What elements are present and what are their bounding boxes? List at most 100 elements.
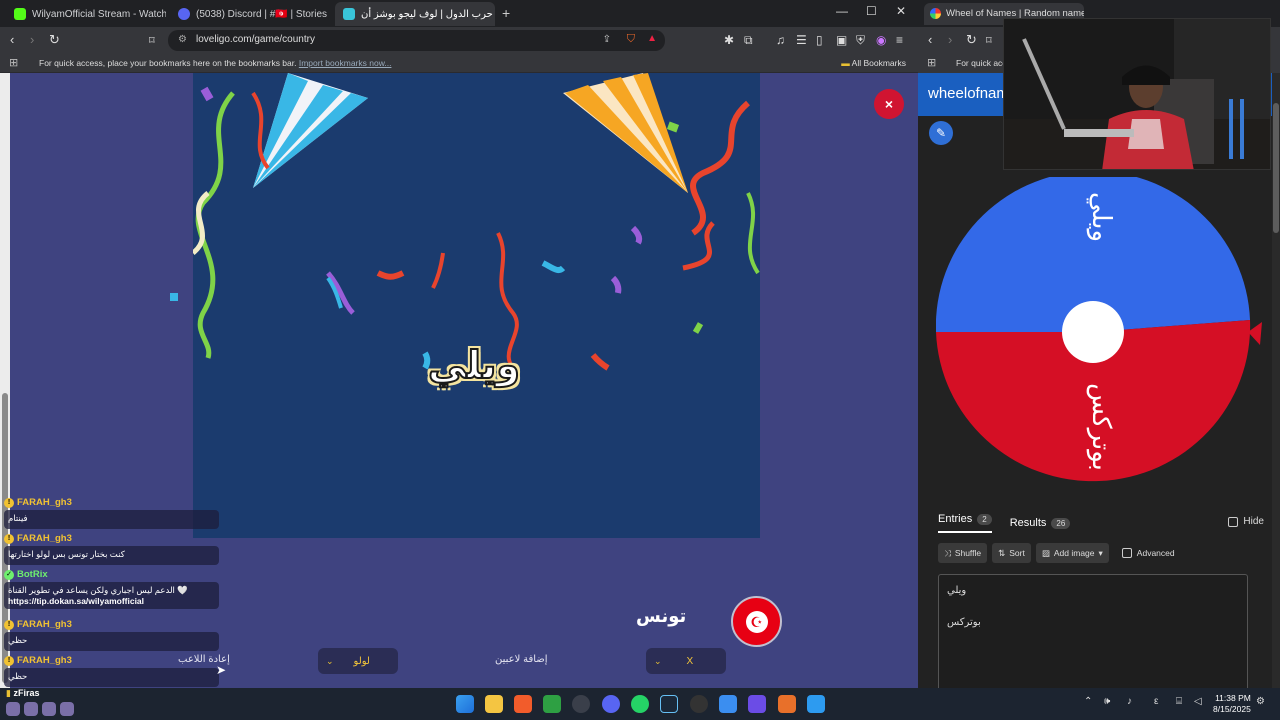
microphone-icon[interactable]: ♪ (1127, 696, 1132, 707)
entries-textarea[interactable]: ويلي بوتركس (938, 574, 1248, 688)
image-icon: ▨ (1041, 547, 1050, 558)
forward-button[interactable]: › (948, 32, 952, 47)
reload-button[interactable]: ↻ (49, 32, 60, 48)
leo-ai-icon[interactable]: ◉ (876, 33, 886, 47)
menu-icon[interactable]: ≡ (896, 33, 903, 47)
back-button[interactable]: ‹ (10, 32, 14, 47)
address-bar[interactable]: ⚙ loveligo.com/game/country ⇪ ⛉ ▲ (168, 30, 665, 51)
badge-icon: ▮ (6, 688, 11, 698)
brave-shield-icon[interactable]: ⛉ (627, 33, 635, 46)
wallet-icon[interactable]: ▣ (836, 33, 847, 47)
tab-entries[interactable]: Entries 2 (938, 513, 992, 533)
emote-icon (6, 702, 20, 716)
brave-rewards-icon[interactable]: ▲ (647, 33, 657, 44)
chat-message: ! FARAH_gh3 فينتام (4, 497, 219, 529)
tab-loveligo[interactable]: لعبة حرب الدول | لوف ليجو بوشز أن ✕ (335, 2, 495, 26)
scroll-thumb[interactable] (1273, 103, 1279, 233)
media-icon[interactable]: ♫ (776, 33, 785, 47)
clock[interactable]: 11:38 PM 8/15/2025 (1213, 693, 1251, 715)
shuffle-button[interactable]: ⤨ Shuffle (938, 543, 988, 563)
speaker-icon[interactable]: 🕪 (1104, 696, 1110, 707)
page-scrollbar[interactable] (1272, 73, 1280, 688)
bookmark-icon[interactable]: ⌑ (149, 34, 155, 47)
app-icon[interactable] (690, 695, 708, 713)
folder-icon: ▬ (841, 58, 850, 68)
tab-label: Results (1009, 517, 1047, 529)
tunisia-flag[interactable]: ☪ (731, 596, 782, 647)
emote-icon (42, 702, 56, 716)
obs-icon[interactable] (572, 695, 590, 713)
apps-icon[interactable]: ⊞ (927, 56, 936, 69)
chevron-down-icon: ▾ (1098, 547, 1103, 558)
xbox-icon[interactable] (543, 695, 561, 713)
left-browser-window: WilyamOfficial Stream - Watch Live o (50… (0, 0, 918, 688)
bookmarks-hint-text: For quick acc (956, 58, 1007, 68)
notification-icon[interactable]: ⚙ (1256, 696, 1265, 707)
maximize-button[interactable]: ☐ (866, 4, 877, 18)
import-bookmarks-link[interactable]: Import bookmarks now... (299, 58, 392, 68)
count-badge: 2 (977, 513, 992, 525)
x-select[interactable]: ⌄ X (646, 648, 726, 674)
wheel-favicon-icon (930, 8, 941, 19)
tray-chevron-icon[interactable]: ⌃ (1084, 696, 1092, 707)
site-info-icon[interactable]: ⚙ (178, 34, 187, 45)
discord-icon[interactable] (602, 695, 620, 713)
site-title[interactable]: wheelofnam (928, 85, 1009, 102)
entry-line: ويلي (947, 585, 967, 596)
tab-kick-stream[interactable]: WilyamOfficial Stream - Watch Live o (6, 2, 166, 26)
add-image-button[interactable]: ▨ Add image ▾ (1035, 543, 1109, 563)
chat-message: ! FARAH_gh3 كنت بختار تونس بس لولو اختارت… (4, 533, 219, 565)
share-icon[interactable]: ⇪ (603, 34, 611, 45)
apps-icon[interactable]: ⊞ (9, 56, 18, 69)
sort-button[interactable]: ⇅ Sort (992, 543, 1031, 563)
player-select[interactable]: ⌄ لولو (318, 648, 398, 674)
app-icon[interactable] (719, 695, 737, 713)
extensions-icon[interactable]: ✱ (724, 33, 734, 47)
tab-discord[interactable]: (5038) Discord | #🇹🇳 | Stories | WM (170, 2, 330, 26)
add-players-label[interactable]: إضافة لاعبين (495, 654, 548, 665)
crescent-icon: ☪ (745, 610, 768, 633)
wheel[interactable]: ويلي بوتركس (936, 177, 1266, 489)
network-icon[interactable]: ⌸ (1176, 696, 1182, 707)
close-window-button[interactable]: ✕ (896, 4, 906, 18)
bookmarks-bar: ⊞ For quick access, place your bookmarks… (0, 54, 918, 73)
game-page: ويلي × تونس ☪ إعادة اللاعب ⌄ لولو إضافة … (0, 73, 918, 688)
loveligo-icon (343, 8, 355, 20)
reading-list-icon[interactable]: ☰ (796, 33, 807, 47)
player-select-value: لولو (353, 655, 370, 667)
bookmark-icon[interactable]: ⌑ (986, 34, 992, 47)
back-button[interactable]: ‹ (928, 32, 932, 47)
app-icon[interactable] (807, 695, 825, 713)
file-explorer-icon[interactable] (485, 695, 503, 713)
checkbox[interactable] (1228, 516, 1239, 527)
app-icon[interactable] (778, 695, 796, 713)
close-button[interactable]: × (874, 89, 904, 119)
brave-browser-icon[interactable] (514, 695, 532, 713)
minimize-button[interactable]: — (836, 4, 848, 18)
tab-results[interactable]: Results 26 (1010, 517, 1071, 529)
whatsapp-icon[interactable] (631, 695, 649, 713)
wheel-center[interactable] (1062, 301, 1124, 363)
steam-icon[interactable] (660, 695, 678, 713)
windows-start-icon[interactable] (456, 695, 474, 713)
sidebar-icon[interactable]: ▯ (816, 33, 823, 47)
vpn-icon[interactable]: ⛨ (856, 33, 865, 48)
checkbox[interactable] (1121, 548, 1132, 558)
new-tab-button[interactable]: + (502, 5, 510, 21)
screenshot-icon[interactable]: ⧉ (744, 33, 753, 48)
forward-button[interactable]: › (30, 32, 34, 47)
advanced-checkbox[interactable]: Advanced (1121, 548, 1175, 558)
tray-icon[interactable]: ε (1154, 696, 1158, 707)
hide-checkbox[interactable]: Hide (1228, 516, 1264, 527)
tab-title: (5038) Discord | #🇹🇳 | Stories | WM (196, 8, 330, 20)
add-image-label: Add image (1053, 548, 1095, 558)
app-icon[interactable] (748, 695, 766, 713)
chat-link[interactable]: https://tip.dokan.sa/wilyamofficial (8, 596, 215, 606)
edit-pencil-icon[interactable]: ✎ (929, 121, 953, 145)
all-bookmarks-button[interactable]: ▬ All Bookmarks (841, 58, 906, 68)
chat-user: FARAH_gh3 (17, 533, 72, 544)
x-select-value: X (686, 655, 694, 667)
reload-button[interactable]: ↻ (966, 32, 977, 48)
volume-icon[interactable]: ◁ (1194, 696, 1202, 707)
emote-icon (24, 702, 38, 716)
